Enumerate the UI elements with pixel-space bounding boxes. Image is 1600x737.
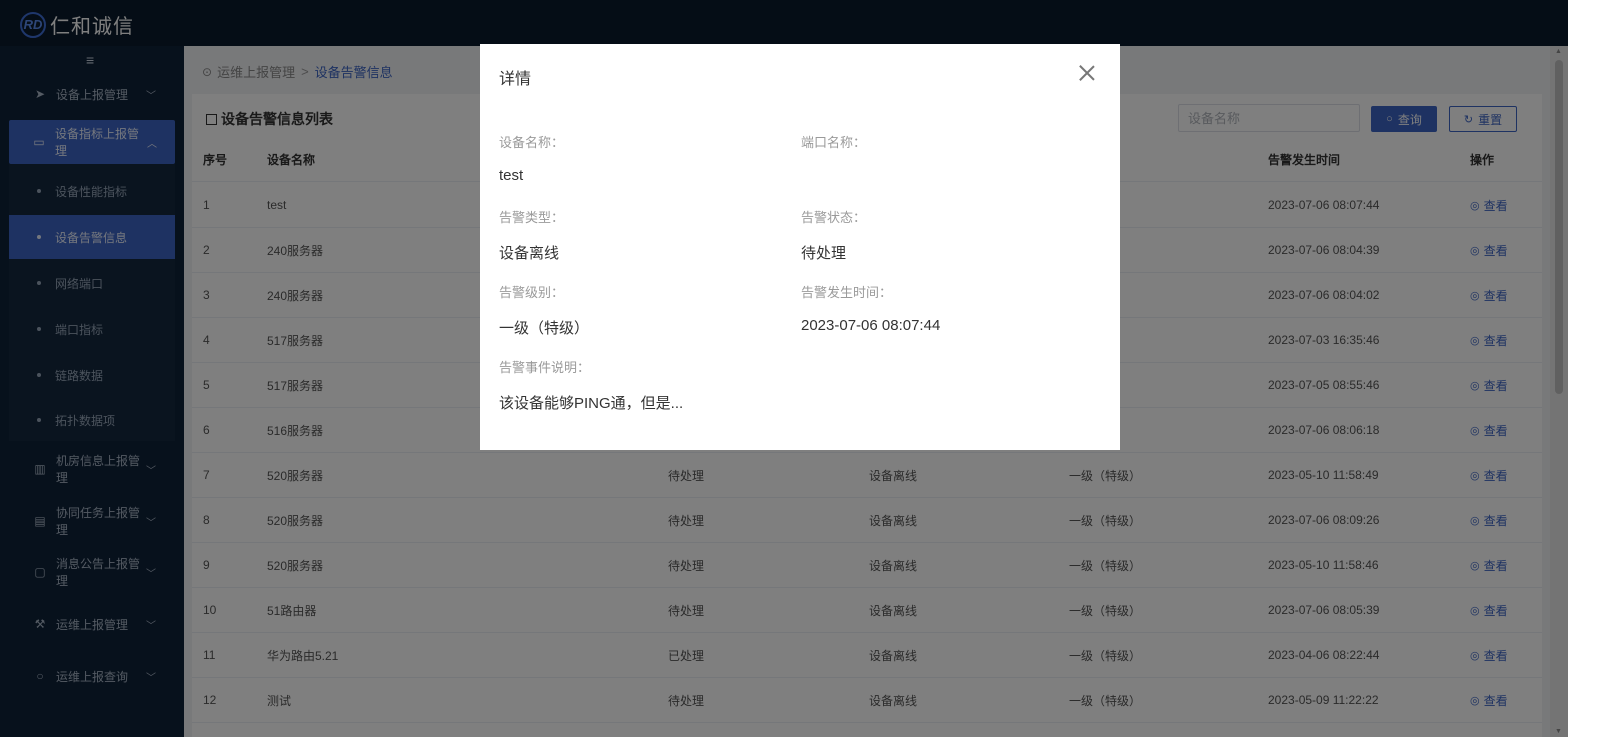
alarm-desc-value: 该设备能够PING通，但是... [499, 395, 684, 412]
detail-modal: 详情 设备名称： test 端口名称： 告警类型： 设备离线 告警状态： 待处理… [480, 44, 1120, 450]
alarm-level-value: 一级（特级） [499, 320, 590, 337]
alarm-type-label: 告警类型： [499, 210, 565, 225]
modal-title: 详情 [499, 71, 532, 88]
port-name-label: 端口名称： [801, 135, 867, 150]
alarm-state-value: 待处理 [801, 245, 847, 262]
close-icon[interactable] [1076, 62, 1098, 84]
alarm-desc-label: 告警事件说明： [499, 360, 591, 375]
alarm-type-value: 设备离线 [499, 245, 560, 262]
device-name-label: 设备名称： [499, 135, 565, 150]
window-edge [1568, 0, 1600, 737]
alarm-time-label: 告警发生时间： [801, 285, 893, 300]
alarm-state-label: 告警状态： [801, 210, 867, 225]
alarm-level-label: 告警级别： [499, 285, 565, 300]
alarm-time-value: 2023-07-06 08:07:44 [801, 317, 941, 334]
device-name-value: test [499, 167, 524, 184]
